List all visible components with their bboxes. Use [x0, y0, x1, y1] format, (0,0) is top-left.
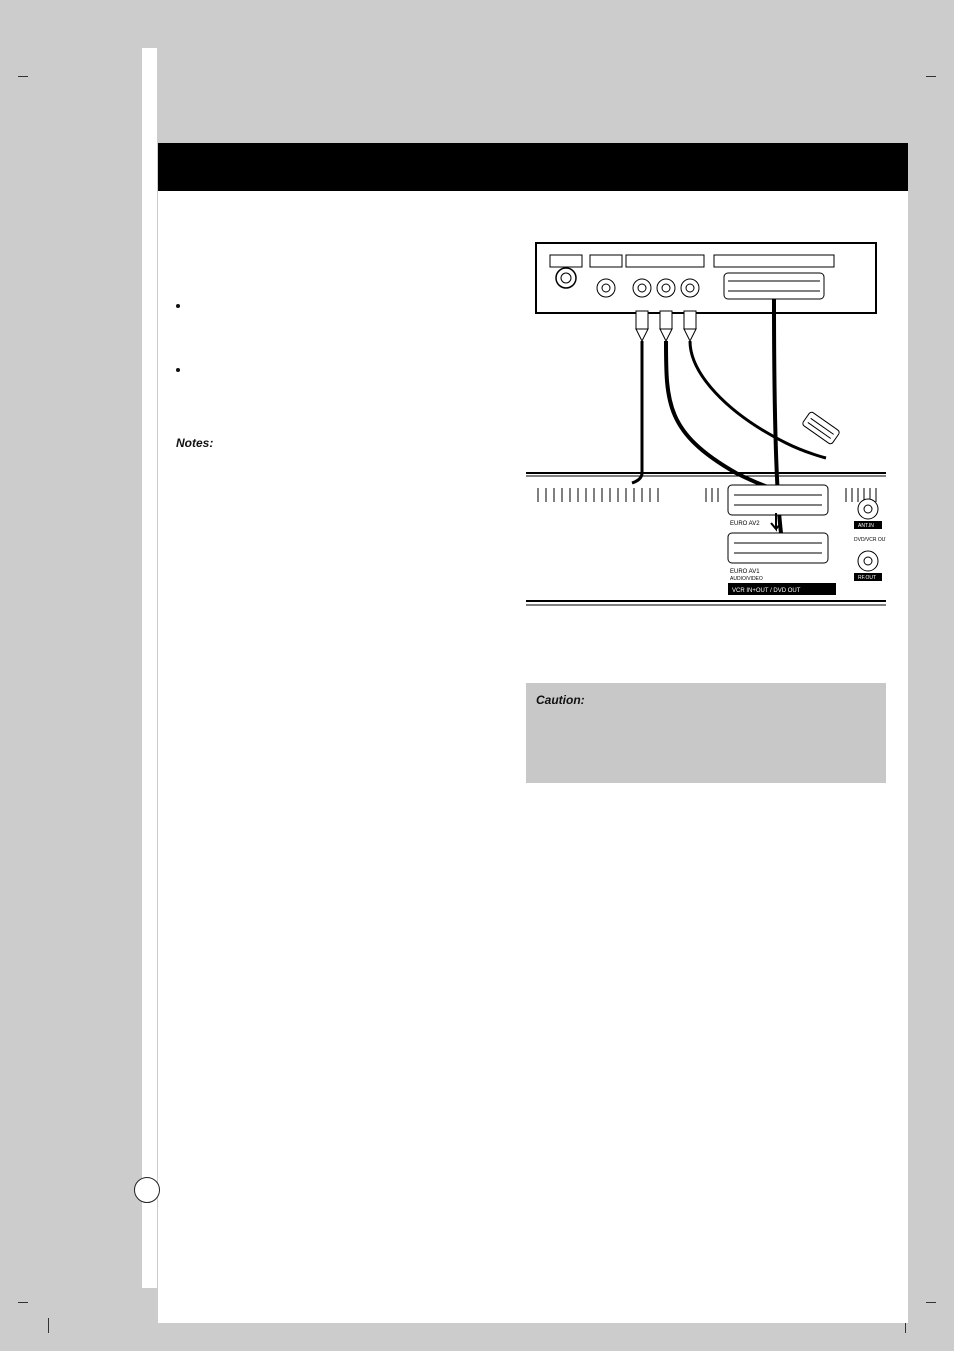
caution-box: Caution:	[526, 683, 886, 783]
svg-text:AUDIO/VIDEO: AUDIO/VIDEO	[730, 576, 763, 582]
page-sheet: Notes:	[28, 38, 926, 1318]
caution-label: Caution:	[536, 693, 585, 707]
tab-strip	[142, 48, 157, 1288]
notes-heading: Notes:	[176, 436, 506, 450]
svg-text:EURO AV1: EURO AV1	[730, 569, 760, 575]
bullet-item	[190, 298, 506, 312]
svg-text:ANT.IN: ANT.IN	[858, 523, 874, 529]
svg-text:RF.OUT: RF.OUT	[858, 575, 876, 581]
svg-text:VCR IN+OUT / DVD OUT: VCR IN+OUT / DVD OUT	[732, 588, 801, 594]
svg-text:DVD/VCR OUT: DVD/VCR OUT	[854, 537, 886, 543]
document-page: Notes:	[0, 0, 954, 1351]
svg-text:EURO AV2: EURO AV2	[730, 521, 760, 527]
section-title-bar	[158, 143, 908, 191]
connection-diagram: EURO AV2 EURO AV1 AUDIO/VIDEO VCR IN+OUT…	[526, 233, 886, 633]
notes-column: Notes:	[176, 298, 506, 450]
bullet-item	[190, 362, 506, 376]
page-number	[134, 1177, 160, 1203]
